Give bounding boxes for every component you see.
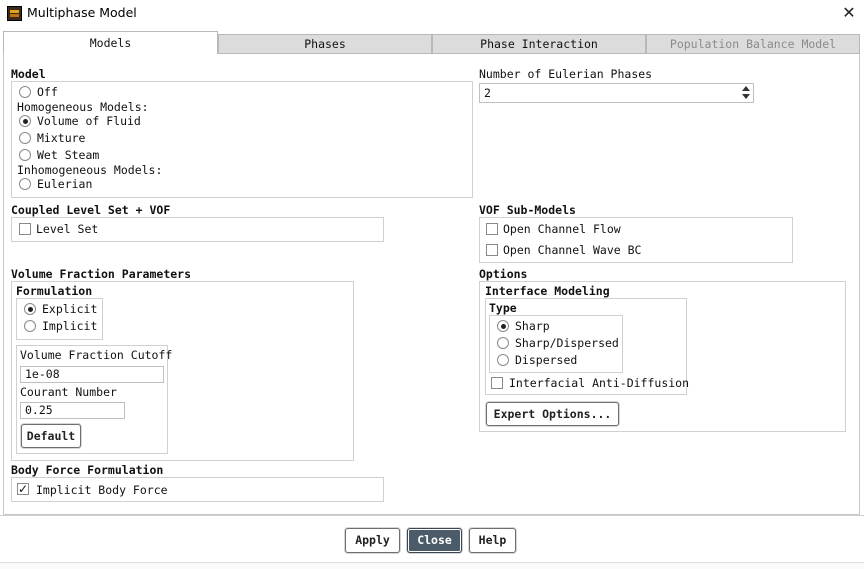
open-channel-flow-label: Open Channel Flow: [503, 222, 621, 236]
default-button[interactable]: Default: [21, 424, 81, 448]
open-channel-flow-checkbox[interactable]: [486, 223, 498, 235]
formulation-implicit-label: Implicit: [42, 319, 98, 333]
open-channel-wave-checkbox[interactable]: [486, 244, 498, 256]
tab-phases[interactable]: Phases: [218, 34, 432, 54]
tab-models[interactable]: Models: [3, 31, 218, 54]
model-eulerian-label: Eulerian: [37, 177, 93, 191]
model-off-radio[interactable]: [19, 86, 31, 98]
model-vof-label: Volume of Fluid: [37, 114, 141, 128]
type-label: Type: [489, 301, 517, 315]
model-vof-radio[interactable]: [19, 115, 31, 127]
model-mixture-radio[interactable]: [19, 132, 31, 144]
formulation-explicit-label: Explicit: [42, 302, 98, 316]
apply-button[interactable]: Apply: [345, 528, 400, 553]
eulerian-phases-label: Number of Eulerian Phases: [479, 67, 653, 81]
help-button[interactable]: Help: [469, 528, 516, 553]
vf-cutoff-input[interactable]: 1e-08: [20, 366, 164, 383]
vf-params-label: Volume Fraction Parameters: [11, 267, 192, 281]
coupled-level-set-label: Coupled Level Set + VOF: [11, 203, 171, 217]
vof-submodels-label: VOF Sub-Models: [479, 203, 576, 217]
courant-number-input[interactable]: 0.25: [20, 402, 125, 419]
implicit-body-force-label: Implicit Body Force: [36, 483, 168, 497]
formulation-implicit-radio[interactable]: [24, 320, 36, 332]
formulation-explicit-radio[interactable]: [24, 303, 36, 315]
close-icon[interactable]: ✕: [838, 2, 860, 24]
tab-phase-interaction[interactable]: Phase Interaction: [432, 34, 646, 54]
window-title: Multiphase Model: [27, 5, 137, 20]
implicit-body-force-checkbox[interactable]: ✓: [17, 483, 29, 495]
model-wet-steam-radio[interactable]: [19, 149, 31, 161]
inhomogeneous-models-label: Inhomogeneous Models:: [17, 163, 163, 177]
model-section-label: Model: [11, 67, 46, 81]
body-force-label: Body Force Formulation: [11, 463, 164, 477]
anti-diffusion-checkbox[interactable]: [491, 377, 503, 389]
anti-diffusion-label: Interfacial Anti-Diffusion: [509, 376, 690, 390]
spin-up-icon[interactable]: [742, 86, 750, 91]
level-set-checkbox[interactable]: [19, 223, 31, 235]
model-wet-steam-label: Wet Steam: [37, 148, 100, 162]
bottom-edge: [0, 562, 864, 569]
type-sharp-dispersed-radio[interactable]: [497, 337, 509, 349]
tab-bar: Models Phases Phase Interaction Populati…: [3, 31, 860, 54]
eulerian-phases-input[interactable]: 2: [479, 83, 754, 103]
spin-down-icon[interactable]: [742, 94, 750, 99]
type-dispersed-radio[interactable]: [497, 354, 509, 366]
eulerian-phases-spinner[interactable]: [740, 84, 752, 102]
level-set-label: Level Set: [36, 222, 99, 236]
expert-options-button[interactable]: Expert Options...: [486, 402, 619, 426]
app-icon: [7, 6, 22, 21]
tab-population-balance-model: Population Balance Model: [646, 34, 860, 54]
courant-number-label: Courant Number: [20, 385, 117, 399]
footer-divider: [0, 515, 864, 516]
vf-cutoff-label: Volume Fraction Cutoff: [20, 348, 173, 362]
model-off-label: Off: [37, 85, 58, 99]
open-channel-wave-label: Open Channel Wave BC: [503, 243, 642, 257]
type-sharp-dispersed-label: Sharp/Dispersed: [515, 336, 619, 350]
model-mixture-label: Mixture: [37, 131, 86, 145]
type-dispersed-label: Dispersed: [515, 353, 578, 367]
model-eulerian-radio[interactable]: [19, 178, 31, 190]
homogeneous-models-label: Homogeneous Models:: [17, 100, 149, 114]
type-sharp-radio[interactable]: [497, 320, 509, 332]
options-label: Options: [479, 267, 528, 281]
formulation-label: Formulation: [16, 284, 93, 298]
type-sharp-label: Sharp: [515, 319, 550, 333]
close-button[interactable]: Close: [407, 528, 462, 553]
interface-modeling-label: Interface Modeling: [485, 284, 610, 298]
